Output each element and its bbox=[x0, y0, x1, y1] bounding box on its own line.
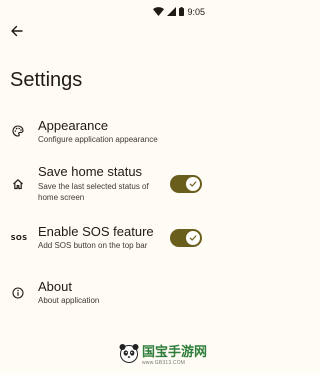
save-home-status-toggle[interactable] bbox=[170, 175, 202, 193]
check-icon bbox=[189, 175, 197, 193]
battery-icon bbox=[179, 3, 185, 21]
watermark-title: 国宝手游网 bbox=[141, 344, 207, 360]
setting-title: About bbox=[38, 279, 72, 294]
enable-sos-toggle[interactable] bbox=[170, 229, 202, 247]
setting-appearance[interactable]: Appearance Configure application appeara… bbox=[0, 116, 211, 150]
toggle-knob bbox=[186, 231, 200, 245]
setting-about[interactable]: About About application bbox=[0, 278, 211, 310]
back-button[interactable] bbox=[6, 22, 28, 44]
status-time: 9:05 bbox=[187, 7, 205, 17]
check-icon bbox=[189, 229, 197, 247]
status-bar: 9:05 bbox=[0, 0, 211, 18]
arrow-left-icon bbox=[11, 24, 23, 42]
wifi-icon bbox=[153, 3, 165, 21]
watermark-logo: 国宝手游网 www.GB313.COM bbox=[118, 342, 207, 369]
setting-description: Add SOS button on the top bar bbox=[38, 241, 148, 250]
setting-description: About application bbox=[38, 296, 100, 305]
status-icons: 9:05 bbox=[153, 3, 205, 21]
setting-title: Enable SOS feature bbox=[38, 224, 154, 239]
home-icon bbox=[10, 176, 26, 192]
setting-description: Save the last selected status of home sc… bbox=[38, 182, 149, 202]
toggle-knob bbox=[186, 177, 200, 191]
setting-title: Save home status bbox=[38, 164, 143, 179]
setting-enable-sos[interactable]: SOS Enable SOS feature Add SOS button on… bbox=[0, 222, 211, 254]
page-title: Settings bbox=[10, 69, 83, 91]
sos-icon: SOS bbox=[9, 230, 29, 246]
palette-icon bbox=[10, 123, 26, 139]
watermark-text-block: 国宝手游网 www.GB313.COM bbox=[141, 344, 207, 366]
setting-save-home-status[interactable]: Save home status Save the last selected … bbox=[0, 164, 211, 206]
panda-logo-icon bbox=[118, 342, 140, 369]
cellular-signal-icon bbox=[167, 3, 177, 21]
watermark-url: www.GB313.COM bbox=[141, 359, 186, 366]
info-icon bbox=[10, 285, 26, 301]
setting-title: Appearance bbox=[38, 118, 109, 133]
sos-icon-label: SOS bbox=[10, 234, 28, 242]
setting-description: Configure application appearance bbox=[38, 135, 158, 144]
